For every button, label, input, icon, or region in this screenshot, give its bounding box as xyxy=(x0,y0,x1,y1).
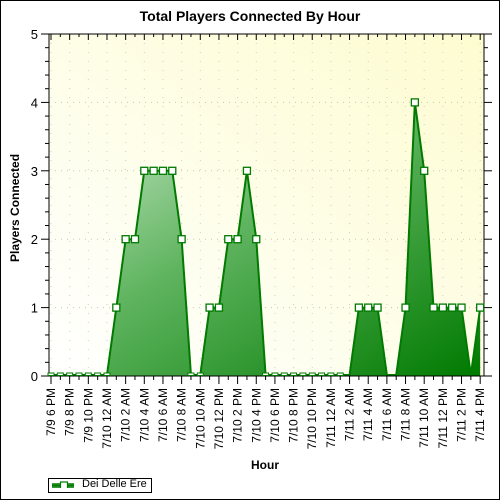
data-point-marker xyxy=(420,166,429,175)
data-point-marker xyxy=(103,372,111,376)
data-point-marker xyxy=(364,303,373,312)
x-tick-label: 7/11 4 PM xyxy=(473,388,487,442)
x-tick-label: 7/10 2 AM xyxy=(119,388,133,442)
data-point-marker xyxy=(130,235,140,244)
data-point-marker xyxy=(214,303,224,312)
x-tick-label: 7/10 4 PM xyxy=(249,388,263,443)
data-point-marker xyxy=(140,166,149,175)
x-tick-label: 7/11 2 AM xyxy=(343,388,357,441)
y-tick-label: 0 xyxy=(31,369,38,384)
data-point-marker xyxy=(290,372,298,376)
x-tick-label: 7/9 6 PM xyxy=(44,388,58,436)
data-point-marker xyxy=(149,166,158,175)
data-point-marker xyxy=(121,235,130,244)
data-point-marker xyxy=(280,372,288,376)
data-point-marker xyxy=(75,372,83,376)
data-point-marker xyxy=(438,303,448,312)
y-tick-label: 2 xyxy=(31,232,38,247)
x-tick-label: 7/10 8 PM xyxy=(287,388,301,443)
data-point-marker xyxy=(476,303,485,312)
x-tick-label: 7/10 8 AM xyxy=(175,388,189,442)
legend: Dei Delle Ere xyxy=(48,478,152,493)
data-point-marker xyxy=(318,372,326,376)
x-tick-label: 7/11 4 AM xyxy=(361,388,375,441)
x-tick-label: 7/11 10 AM xyxy=(417,388,431,448)
data-point-marker xyxy=(252,235,261,244)
data-point-marker xyxy=(354,303,364,312)
data-point-marker xyxy=(373,303,382,312)
y-tick-label: 1 xyxy=(31,301,38,316)
data-point-marker xyxy=(177,235,186,244)
x-tick-label: 7/11 2 PM xyxy=(455,388,469,442)
x-tick-label: 7/10 6 PM xyxy=(268,388,282,443)
x-tick-label: 7/11 6 AM xyxy=(380,388,394,441)
data-point-marker xyxy=(327,372,335,376)
y-tick-label: 3 xyxy=(31,164,38,179)
data-point-marker xyxy=(112,303,121,312)
data-point-marker xyxy=(262,372,270,376)
x-tick-label: 7/11 8 AM xyxy=(399,388,413,441)
data-point-marker xyxy=(224,235,233,244)
data-point-marker xyxy=(448,303,457,312)
data-point-marker xyxy=(242,166,252,175)
x-tick-label: 7/9 8 PM xyxy=(63,388,77,436)
data-point-marker xyxy=(271,372,279,376)
legend-label: Dei Delle Ere xyxy=(82,478,147,490)
data-point-marker xyxy=(56,372,64,376)
data-point-marker xyxy=(187,372,195,376)
data-point-marker xyxy=(429,303,438,312)
y-tick-label: 4 xyxy=(31,95,38,110)
chart-svg: 0 1 2 3 4 5 7/9 6 PM 7/9 8 PM 7/9 10 PM 7/10 12 … xyxy=(31,27,492,449)
data-point-marker xyxy=(410,98,420,107)
data-point-marker xyxy=(47,372,55,376)
data-point-marker xyxy=(66,372,74,376)
legend-symbol-icon xyxy=(52,481,74,488)
data-point-marker xyxy=(168,166,177,175)
x-tick-label: 7/9 10 PM xyxy=(81,388,95,443)
x-tick-label: 7/10 12 PM xyxy=(212,388,226,449)
data-point-marker xyxy=(457,303,466,312)
x-tick-label: 7/10 2 PM xyxy=(231,388,245,443)
data-point-marker xyxy=(84,372,92,376)
y-tick-label: 5 xyxy=(31,27,38,42)
x-tick-label: 7/10 4 AM xyxy=(137,388,151,442)
x-tick-label: 7/10 6 AM xyxy=(156,388,170,442)
data-point-marker xyxy=(299,372,307,376)
x-tick-label: 7/10 10 AM xyxy=(193,388,207,449)
x-tick-label: 7/11 12 PM xyxy=(436,388,450,448)
x-tick-label: 7/10 10 PM xyxy=(305,388,319,449)
data-point-marker xyxy=(158,166,168,175)
data-point-marker xyxy=(233,235,242,244)
data-point-marker xyxy=(401,303,410,312)
data-point-marker xyxy=(196,372,204,376)
data-point-marker xyxy=(336,372,344,376)
x-tick-label: 7/11 12 AM xyxy=(324,388,338,448)
data-point-marker xyxy=(94,372,102,376)
data-point-marker xyxy=(205,303,214,312)
x-tick-label: 7/10 12 AM xyxy=(100,388,114,449)
data-point-marker xyxy=(308,372,316,376)
